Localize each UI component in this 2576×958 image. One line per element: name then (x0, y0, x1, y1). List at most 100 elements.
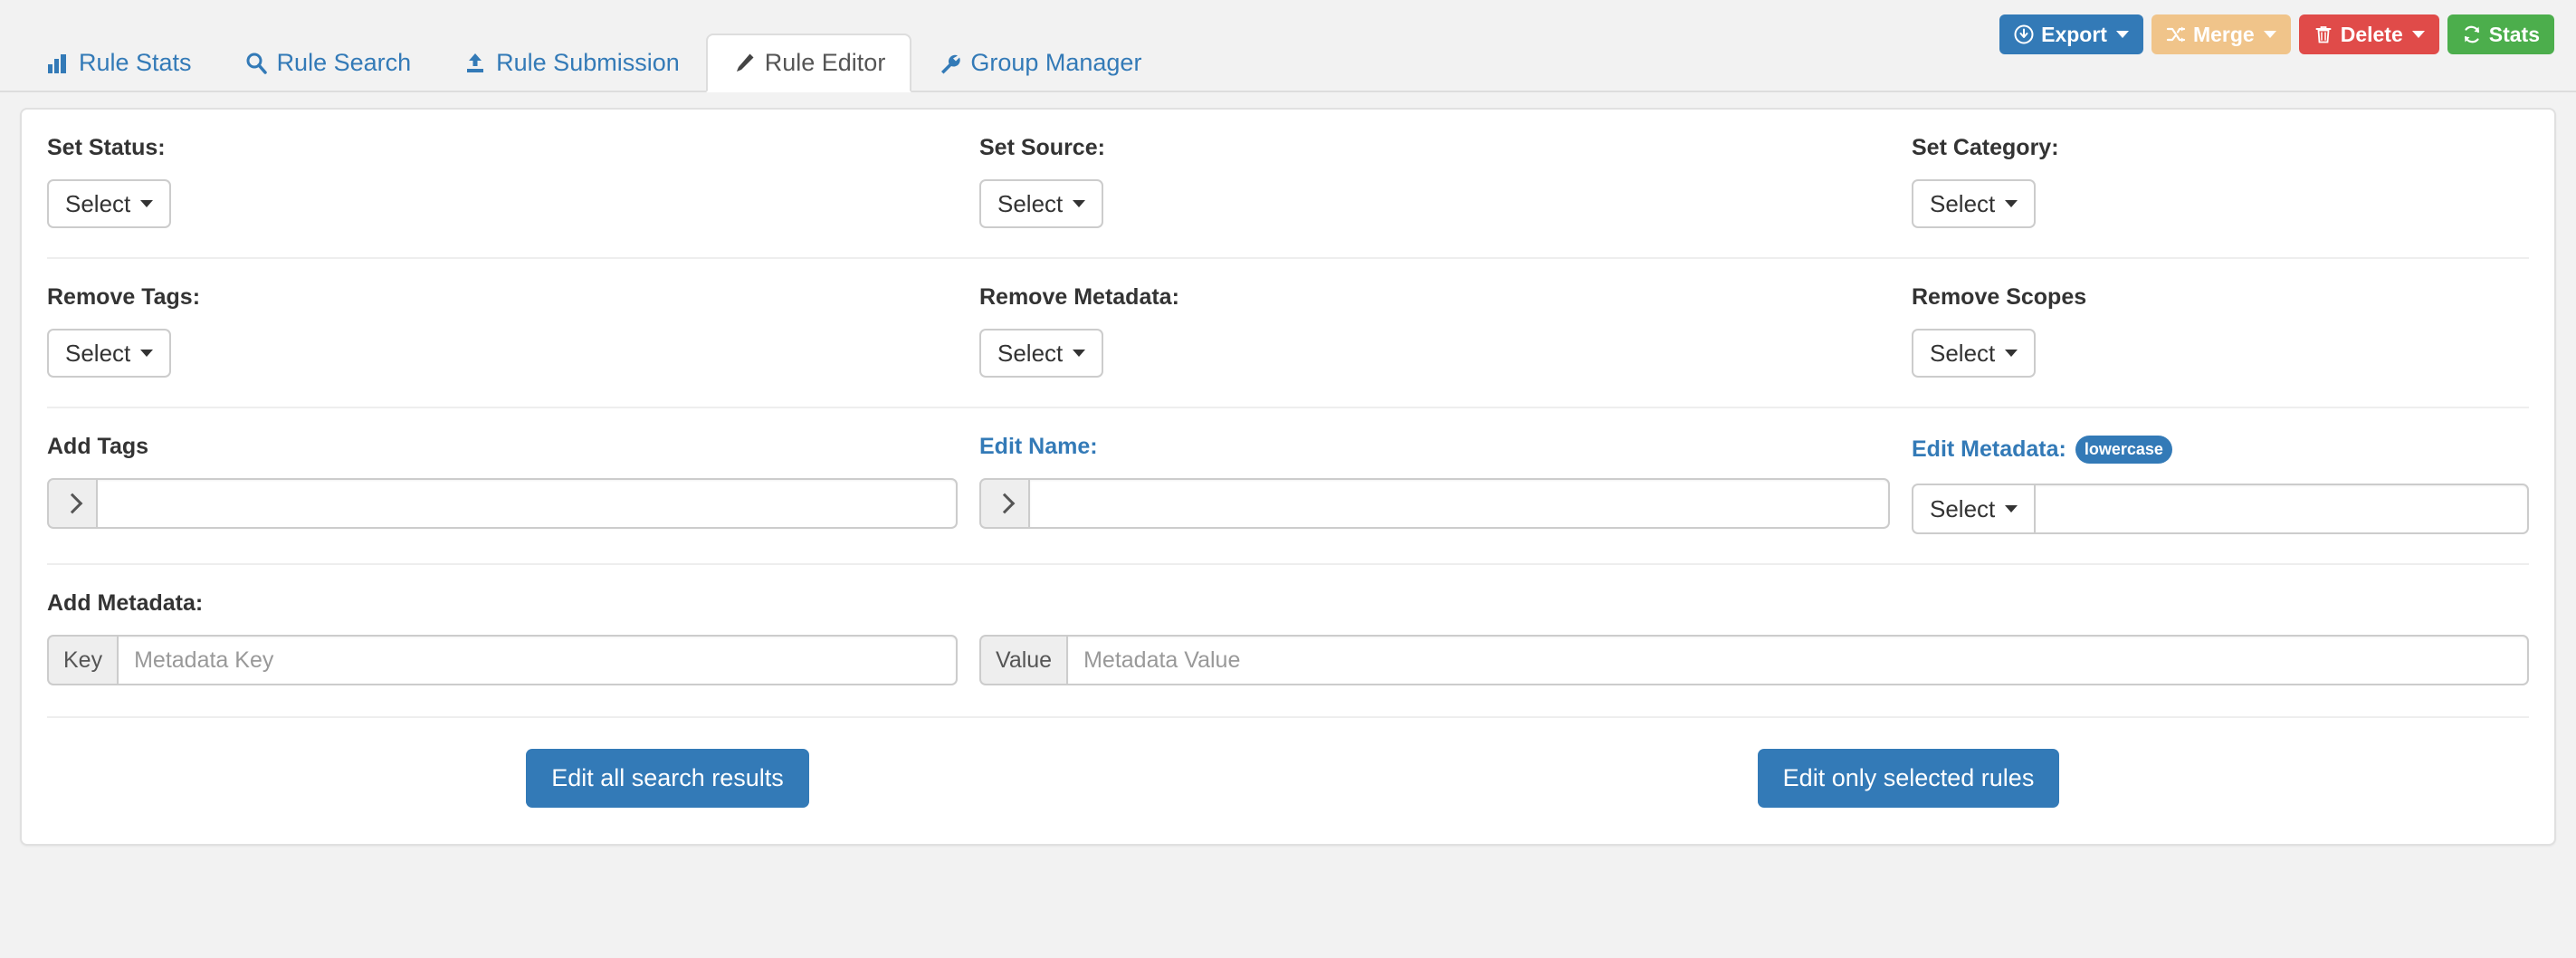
pencil-icon (732, 52, 756, 75)
tab-rule-stats[interactable]: Rule Stats (20, 34, 218, 92)
remove-scopes-select-label: Select (1930, 341, 1995, 365)
set-status-field: Set Status: Select (47, 137, 979, 228)
tab-list: Rule Stats Rule Search Rule Submission (20, 34, 1168, 92)
edit-name-expand-button[interactable] (979, 478, 1028, 529)
add-tags-input[interactable] (96, 478, 958, 529)
chevron-down-icon (1073, 200, 1085, 207)
edit-metadata-label: Edit Metadata: lowercase (1912, 436, 2529, 464)
stats-button[interactable]: Stats (2447, 14, 2554, 54)
submit-row: Edit all search results Edit only select… (47, 718, 2529, 844)
add-tags-field: Add Tags (47, 436, 979, 534)
set-source-select[interactable]: Select (979, 179, 1103, 228)
remove-scopes-field: Remove Scopes Select (1912, 286, 2529, 378)
tab-group-manager[interactable]: Group Manager (911, 34, 1168, 92)
metadata-key-field: Key (47, 635, 979, 685)
metadata-value-field: Value (979, 635, 2529, 685)
add-metadata-label: Add Metadata: (47, 592, 2529, 615)
remove-tags-label: Remove Tags: (47, 286, 958, 309)
chevron-down-icon (2412, 31, 2425, 38)
delete-button-label: Delete (2341, 24, 2403, 45)
edit-name-field: Edit Name: (979, 436, 1912, 534)
edit-metadata-select[interactable]: Select (1912, 484, 2034, 534)
trash-icon (2314, 24, 2333, 44)
metadata-key-input-group: Key (47, 635, 958, 685)
edit-name-label: Edit Name: (979, 436, 1890, 458)
set-status-select[interactable]: Select (47, 179, 171, 228)
add-metadata-grid: Key Value (47, 635, 2529, 685)
remove-tags-select[interactable]: Select (47, 329, 171, 378)
add-tags-input-group (47, 478, 958, 529)
delete-button[interactable]: Delete (2299, 14, 2439, 54)
remove-scopes-label: Remove Scopes (1912, 286, 2529, 309)
remove-scopes-select[interactable]: Select (1912, 329, 2036, 378)
edit-all-search-results-button[interactable]: Edit all search results (526, 749, 809, 808)
set-source-label: Set Source: (979, 137, 1890, 159)
edit-metadata-label-text: Edit Metadata: (1912, 438, 2066, 461)
chevron-down-icon (2264, 31, 2276, 38)
submit-cell-right: Edit only selected rules (1288, 749, 2529, 808)
remove-tags-select-label: Select (65, 341, 130, 365)
chevron-down-icon (2005, 505, 2018, 513)
shuffle-icon (2166, 24, 2186, 44)
tab-rule-editor[interactable]: Rule Editor (706, 34, 912, 92)
tab-label: Rule Submission (496, 51, 680, 75)
stats-button-label: Stats (2489, 24, 2540, 45)
bar-chart-icon (46, 52, 70, 75)
export-button[interactable]: Export (1999, 14, 2143, 54)
edit-metadata-select-label: Select (1930, 495, 1995, 523)
remove-tags-field: Remove Tags: Select (47, 286, 979, 378)
search-icon (244, 52, 268, 75)
add-metadata-row: Add Metadata: Key Value (47, 565, 2529, 718)
set-status-label: Set Status: (47, 137, 958, 159)
edit-metadata-input[interactable] (2034, 484, 2529, 534)
tab-bar: Rule Stats Rule Search Rule Submission (0, 0, 2576, 92)
submit-cell-left: Edit all search results (47, 749, 1288, 808)
set-fields-row: Set Status: Select Set Source: Select Se… (47, 110, 2529, 259)
set-category-select-label: Select (1930, 192, 1995, 216)
set-status-select-label: Select (65, 192, 130, 216)
remove-fields-row: Remove Tags: Select Remove Metadata: Sel… (47, 259, 2529, 408)
edit-name-input-group (979, 478, 1890, 529)
wrench-icon (938, 52, 961, 75)
set-source-select-label: Select (997, 192, 1063, 216)
add-edit-row: Add Tags Edit Name: Edit Metadata: lower… (47, 408, 2529, 565)
tab-label: Rule Stats (79, 51, 192, 75)
set-category-label: Set Category: (1912, 137, 2529, 159)
merge-button-label: Merge (2193, 24, 2255, 45)
edit-metadata-field: Edit Metadata: lowercase Select (1912, 436, 2529, 534)
set-category-field: Set Category: Select (1912, 137, 2529, 228)
merge-button[interactable]: Merge (2151, 14, 2291, 54)
remove-metadata-select[interactable]: Select (979, 329, 1103, 378)
set-category-select[interactable]: Select (1912, 179, 2036, 228)
export-button-label: Export (2041, 24, 2107, 45)
edit-metadata-input-group: Select (1912, 484, 2529, 534)
tab-rule-search[interactable]: Rule Search (218, 34, 438, 92)
tab-rule-submission[interactable]: Rule Submission (437, 34, 706, 92)
chevron-down-icon (1073, 350, 1085, 357)
chevron-down-icon (140, 350, 153, 357)
edit-name-input[interactable] (1028, 478, 1890, 529)
add-tags-label: Add Tags (47, 436, 958, 458)
lowercase-badge: lowercase (2075, 436, 2172, 464)
metadata-value-input-group: Value (979, 635, 2529, 685)
metadata-value-input[interactable] (1066, 635, 2529, 685)
remove-metadata-label: Remove Metadata: (979, 286, 1890, 309)
download-circle-icon (2014, 24, 2034, 44)
remove-metadata-select-label: Select (997, 341, 1063, 365)
tab-label: Group Manager (970, 51, 1141, 75)
rule-editor-panel: Set Status: Select Set Source: Select Se… (20, 108, 2556, 846)
tab-label: Rule Editor (765, 51, 886, 75)
metadata-key-addon: Key (47, 635, 117, 685)
chevron-down-icon (2116, 31, 2129, 38)
set-source-field: Set Source: Select (979, 137, 1912, 228)
chevron-down-icon (2005, 350, 2018, 357)
remove-metadata-field: Remove Metadata: Select (979, 286, 1912, 378)
chevron-down-icon (140, 200, 153, 207)
add-tags-expand-button[interactable] (47, 478, 96, 529)
metadata-key-input[interactable] (117, 635, 958, 685)
metadata-value-addon: Value (979, 635, 1066, 685)
tab-label: Rule Search (277, 51, 412, 75)
action-button-group: Export Merge Delete (1999, 14, 2554, 54)
edit-only-selected-rules-button[interactable]: Edit only selected rules (1758, 749, 2060, 808)
chevron-right-icon (62, 493, 83, 514)
